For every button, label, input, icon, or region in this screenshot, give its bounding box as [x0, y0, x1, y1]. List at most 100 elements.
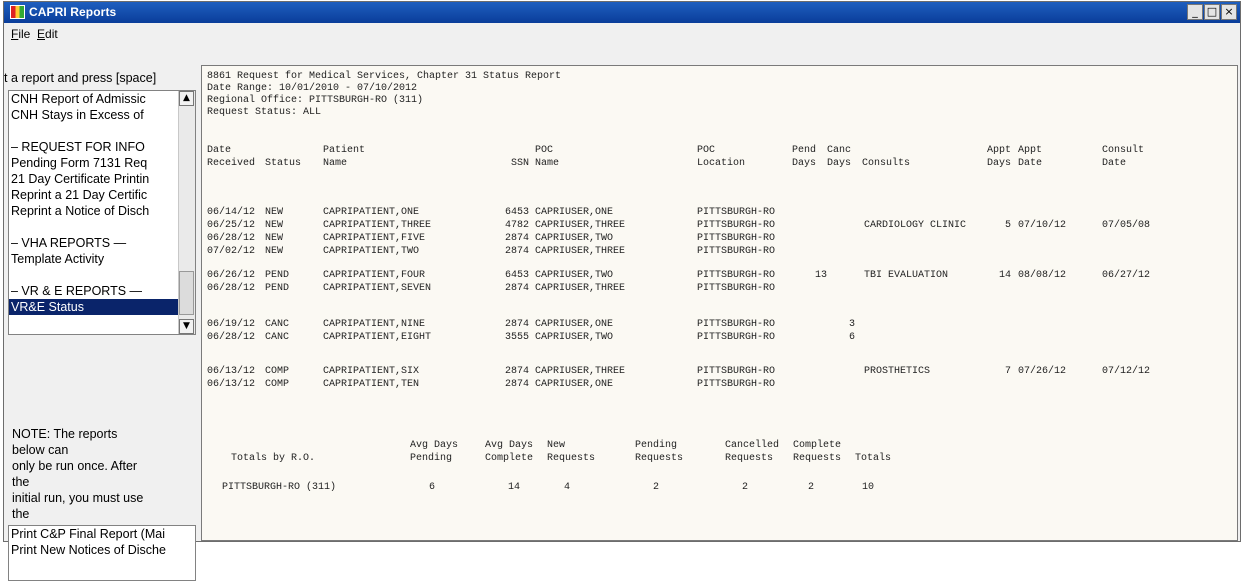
report-cell-date: 06/13/12 — [207, 366, 256, 377]
column-header-consult-date: Consult — [1102, 145, 1145, 156]
column-header-status: Status — [265, 158, 302, 169]
close-button[interactable]: × — [1221, 4, 1237, 20]
report-cell-ssn: 2874 — [504, 319, 529, 330]
report-list-item[interactable] — [9, 219, 195, 235]
final-report-list[interactable]: Print C&P Final Report (Mai Print New Not… — [8, 525, 196, 581]
totals-value-new: 4 — [563, 482, 570, 493]
report-cell-ssn: 6453 — [504, 207, 529, 218]
report-cell-patient: CAPRIPATIENT,EIGHT — [323, 332, 432, 343]
minimize-button[interactable]: _ — [1187, 4, 1203, 20]
note-line: NOTE: The reports — [12, 427, 118, 441]
report-cell-poc: CAPRIUSER,THREE — [535, 283, 626, 294]
report-cell-date: 06/14/12 — [207, 207, 256, 218]
report-cell-consult-date: 06/27/12 — [1102, 270, 1151, 281]
report-list-item[interactable]: – VR & E REPORTS — — [9, 283, 195, 299]
report-list-item[interactable]: Template Activity — [9, 251, 195, 267]
report-cell-ssn: 2874 — [504, 379, 529, 390]
report-cell-location: PITTSBURGH-RO — [697, 270, 776, 281]
scroll-up-arrow-icon[interactable]: ▲ — [179, 91, 194, 106]
report-list-item[interactable] — [9, 267, 195, 283]
report-list-item[interactable]: – VHA REPORTS — — [9, 235, 195, 251]
maximize-button[interactable]: □ — [1204, 4, 1220, 20]
totals-label: Totals by R.O. — [231, 453, 316, 464]
report-list-item[interactable]: Reprint a Notice of Disch — [9, 203, 195, 219]
report-cell-ssn: 2874 — [504, 233, 529, 244]
menu-edit[interactable]: Edit — [37, 27, 58, 41]
report-cell-poc: CAPRIUSER,THREE — [535, 246, 626, 257]
totals-header-cancelled: Requests — [725, 453, 774, 464]
report-cell-ssn: 2874 — [504, 246, 529, 257]
report-cell-date: 06/13/12 — [207, 379, 256, 390]
report-list-item[interactable] — [9, 123, 195, 139]
scroll-down-arrow-icon[interactable]: ▼ — [179, 319, 194, 334]
report-cell-canc: 6 — [848, 332, 855, 343]
report-cell-consults: CARDIOLOGY CLINIC — [864, 220, 967, 231]
report-cell-ssn: 4782 — [504, 220, 529, 231]
report-cell-date: 06/26/12 — [207, 270, 256, 281]
totals-value-cancelled: 2 — [741, 482, 748, 493]
column-header-poc-location: Location — [697, 158, 746, 169]
report-list-item[interactable]: Print New Notices of Dische — [9, 542, 195, 558]
report-cell-status: CANC — [265, 319, 290, 330]
report-cell-appt-date: 07/26/12 — [1018, 366, 1067, 377]
column-header-consult-date: Date — [1102, 158, 1127, 169]
report-cell-date: 06/25/12 — [207, 220, 256, 231]
report-cell-location: PITTSBURGH-RO — [697, 207, 776, 218]
note-line: only be run once. After — [12, 459, 138, 473]
report-cell-location: PITTSBURGH-RO — [697, 366, 776, 377]
totals-header-cancelled: Cancelled — [725, 440, 780, 451]
totals-value-avg-complete: 14 — [507, 482, 520, 493]
report-cell-poc: CAPRIUSER,TWO — [535, 332, 614, 343]
note-line: initial run, you must use — [12, 491, 144, 505]
totals-header-totals: Totals — [855, 453, 892, 464]
report-cell-patient: CAPRIPATIENT,NINE — [323, 319, 426, 330]
totals-header-avg-complete: Complete — [485, 453, 534, 464]
report-cell-pend: 13 — [814, 270, 827, 281]
menu-file[interactable]: File — [11, 27, 30, 41]
totals-header-avg-pending: Avg Days — [410, 440, 459, 451]
report-cell-status: COMP — [265, 366, 290, 377]
column-header-pend-days: Pend — [792, 145, 817, 156]
window-title: CAPRI Reports — [29, 5, 117, 19]
title-bar[interactable]: CAPRI Reports _ □ × — [4, 2, 1240, 23]
status-report-view[interactable]: 8861 Request for Medical Services, Chapt… — [201, 65, 1238, 541]
report-cell-patient: CAPRIPATIENT,FIVE — [323, 233, 426, 244]
report-cell-poc: CAPRIUSER,ONE — [535, 319, 614, 330]
column-header-appt-days: Days — [986, 158, 1011, 169]
totals-value-pending: 2 — [652, 482, 659, 493]
report-list-item[interactable]: – REQUEST FOR INFO — [9, 139, 195, 155]
report-cell-location: PITTSBURGH-RO — [697, 379, 776, 390]
report-list-item[interactable]: Print C&P Final Report (Mai — [9, 526, 195, 542]
report-list-item[interactable]: Pending Form 7131 Req — [9, 155, 195, 171]
column-header-poc-location: POC — [697, 145, 716, 156]
totals-value-ro: PITTSBURGH-RO (311) — [222, 482, 337, 493]
totals-value-complete: 2 — [807, 482, 814, 493]
report-cell-appt-date: 07/10/12 — [1018, 220, 1067, 231]
report-cell-patient: CAPRIPATIENT,TWO — [323, 246, 420, 257]
report-cell-patient: CAPRIPATIENT,ONE — [323, 207, 420, 218]
report-cell-patient: CAPRIPATIENT,THREE — [323, 220, 432, 231]
report-cell-poc: CAPRIUSER,THREE — [535, 220, 626, 231]
report-list-item[interactable]: CNH Stays in Excess of — [9, 107, 195, 123]
report-list-scrollbar[interactable]: ▲ ▼ — [178, 91, 195, 334]
report-cell-consult-date: 07/05/08 — [1102, 220, 1151, 231]
report-list-item[interactable]: Reprint a 21 Day Certific — [9, 187, 195, 203]
column-header-poc-name: POC — [535, 145, 554, 156]
scroll-thumb[interactable] — [179, 271, 194, 315]
report-list[interactable]: CNH Report of Admissic CNH Stays in Exces… — [8, 90, 196, 335]
report-list-item[interactable]: VR&E Status — [9, 299, 195, 315]
report-cell-location: PITTSBURGH-RO — [697, 332, 776, 343]
report-cell-date: 07/02/12 — [207, 246, 256, 257]
report-cell-status: COMP — [265, 379, 290, 390]
report-list-item[interactable]: 21 Day Certificate Printin — [9, 171, 195, 187]
report-list-item[interactable]: CNH Report of Admissic — [9, 91, 195, 107]
report-cell-canc: 3 — [848, 319, 855, 330]
report-cell-date: 06/19/12 — [207, 319, 256, 330]
report-cell-appt-date: 08/08/12 — [1018, 270, 1067, 281]
column-header-date-received: Received — [207, 158, 256, 169]
report-regional-office: Regional Office: PITTSBURGH-RO (311) — [207, 95, 424, 106]
report-cell-consult-date: 07/12/12 — [1102, 366, 1151, 377]
totals-value-totals: 10 — [861, 482, 874, 493]
window-controls: _ □ × — [1187, 4, 1237, 20]
report-title: 8861 Request for Medical Services, Chapt… — [207, 71, 562, 82]
